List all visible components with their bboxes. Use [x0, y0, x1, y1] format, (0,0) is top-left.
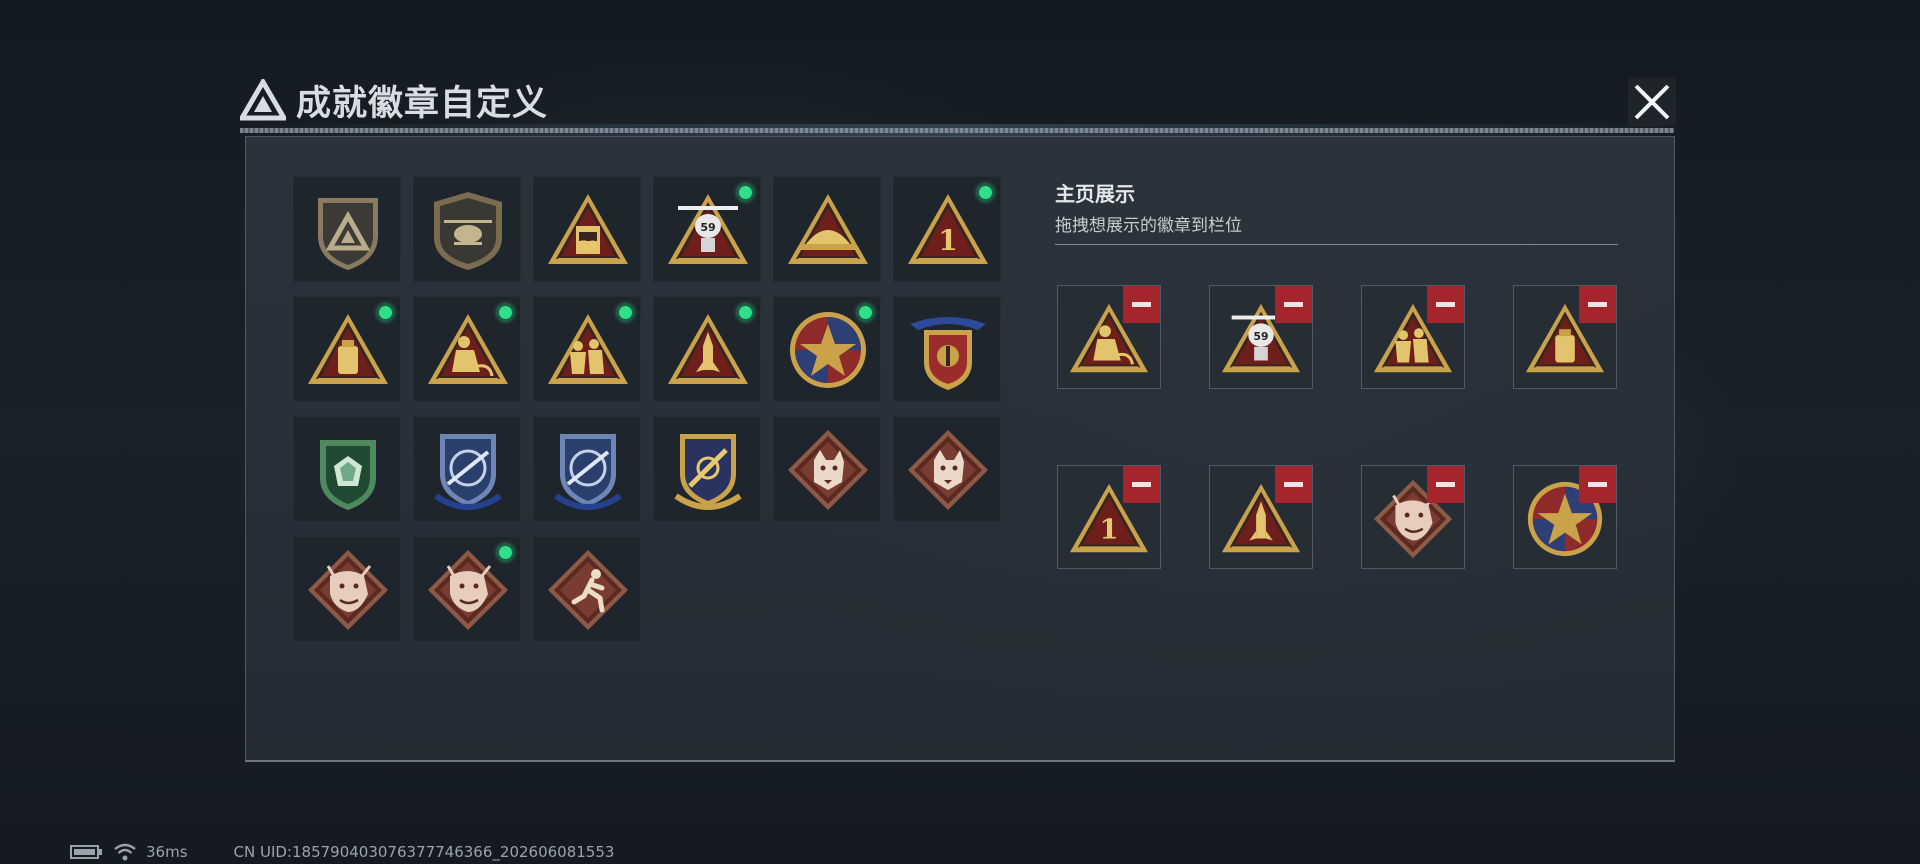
shield-blue-rifle-icon — [434, 434, 502, 510]
badge-grid-item[interactable] — [293, 536, 401, 642]
badge-grid-item[interactable] — [413, 176, 521, 282]
ping-text: 36ms — [146, 843, 188, 861]
showcase-slot[interactable] — [1057, 285, 1161, 389]
svg-text:1: 1 — [1099, 514, 1118, 546]
badge-grid-item[interactable]: 59 — [653, 176, 761, 282]
showcase-slot[interactable] — [1209, 465, 1313, 569]
showcase-divider — [1055, 244, 1618, 245]
triangle-soldiers-icon — [548, 314, 628, 384]
badge-grid-item[interactable] — [533, 536, 641, 642]
new-indicator-dot — [857, 304, 874, 321]
remove-badge-button[interactable] — [1275, 286, 1312, 323]
diamond-runner-icon — [548, 550, 628, 630]
triangle-helicopter-59-icon: 59 — [668, 194, 748, 264]
triangle-backpack-icon — [308, 314, 388, 384]
new-indicator-dot — [617, 304, 634, 321]
badge-grid-item[interactable] — [893, 296, 1001, 402]
diamond-wolf-icon — [788, 430, 868, 510]
badge-grid-item[interactable] — [773, 176, 881, 282]
badge-grid-item[interactable] — [653, 296, 761, 402]
badge-grid-item[interactable] — [653, 416, 761, 522]
triangle-kneeling-figure-icon — [428, 314, 508, 384]
remove-badge-button[interactable] — [1579, 466, 1616, 503]
new-indicator-dot — [497, 304, 514, 321]
title-divider — [240, 128, 1674, 133]
minus-icon — [1436, 482, 1455, 487]
minus-icon — [1588, 302, 1607, 307]
shield-wings-icon — [910, 317, 986, 390]
showcase-instructions: 拖拽想展示的徽章到栏位 — [1055, 216, 1242, 236]
triangle-tag-58-icon: 58 — [548, 194, 628, 264]
showcase-slot[interactable] — [1361, 285, 1465, 389]
new-indicator-dot — [377, 304, 394, 321]
badge-grid-item[interactable] — [533, 296, 641, 402]
shield-blue-rifle-icon — [554, 434, 622, 510]
showcase-slot[interactable]: 1 — [1057, 465, 1161, 569]
shield-gold-sword-icon — [674, 434, 742, 510]
showcase-slot[interactable] — [1513, 465, 1617, 569]
svg-text:59: 59 — [1254, 330, 1269, 343]
minus-icon — [1588, 482, 1607, 487]
diamond-dragon-icon — [428, 550, 508, 630]
badge-grid-item[interactable]: 1 — [893, 176, 1001, 282]
shield-green-gem-icon — [320, 440, 376, 510]
new-indicator-dot — [497, 544, 514, 561]
roundel-star-icon — [790, 312, 866, 388]
game-logo-icon — [240, 79, 286, 121]
minus-icon — [1284, 302, 1303, 307]
badge-grid-item[interactable] — [773, 296, 881, 402]
page-title: 成就徽章自定义 — [296, 83, 549, 124]
badge-grid-item[interactable] — [293, 416, 401, 522]
showcase-heading: 主页展示 — [1055, 182, 1135, 206]
triangle-number-1-icon: 1 — [908, 194, 988, 264]
wifi-icon — [114, 843, 136, 861]
new-indicator-dot — [737, 184, 754, 201]
remove-badge-button[interactable] — [1427, 286, 1464, 323]
remove-badge-button[interactable] — [1579, 286, 1616, 323]
minus-icon — [1132, 302, 1151, 307]
minus-icon — [1284, 482, 1303, 487]
new-indicator-dot — [737, 304, 754, 321]
battery-icon — [70, 845, 102, 859]
minus-icon — [1132, 482, 1151, 487]
badge-grid-item[interactable] — [773, 416, 881, 522]
svg-text:58: 58 — [579, 239, 597, 254]
remove-badge-button[interactable] — [1427, 466, 1464, 503]
svg-text:59: 59 — [700, 221, 715, 234]
triangle-hat-icon — [788, 194, 868, 264]
close-icon[interactable] — [1628, 78, 1676, 126]
badge-grid-item[interactable] — [413, 416, 521, 522]
panel-bottom-edge — [245, 760, 1675, 762]
remove-badge-button[interactable] — [1123, 286, 1160, 323]
uid-text: CN UID:18579040307637774​6366_2026060815… — [233, 843, 615, 861]
diamond-wolf-icon — [908, 430, 988, 510]
shield-helicopter-icon — [434, 192, 502, 270]
badge-grid-item[interactable]: 58 — [533, 176, 641, 282]
title-bar: 成就徽章自定义 — [240, 74, 548, 126]
badge-grid-item[interactable] — [293, 296, 401, 402]
svg-text:1: 1 — [938, 224, 957, 257]
showcase-slot[interactable]: 59 — [1209, 285, 1313, 389]
remove-badge-button[interactable] — [1275, 466, 1312, 503]
status-bar: 36ms CN UID:18579040307637774​6366_20260… — [70, 842, 614, 862]
badge-grid-item[interactable] — [413, 536, 521, 642]
badge-grid-item[interactable] — [293, 176, 401, 282]
new-indicator-dot — [977, 184, 994, 201]
showcase-slot[interactable] — [1513, 285, 1617, 389]
shield-triangle-logo-icon — [318, 198, 378, 270]
badge-grid-item[interactable] — [533, 416, 641, 522]
triangle-rocket-icon — [668, 314, 748, 384]
badge-grid-item[interactable] — [893, 416, 1001, 522]
showcase-slot[interactable] — [1361, 465, 1465, 569]
badge-grid-item[interactable] — [413, 296, 521, 402]
minus-icon — [1436, 302, 1455, 307]
diamond-dragon-icon — [308, 550, 388, 630]
remove-badge-button[interactable] — [1123, 466, 1160, 503]
